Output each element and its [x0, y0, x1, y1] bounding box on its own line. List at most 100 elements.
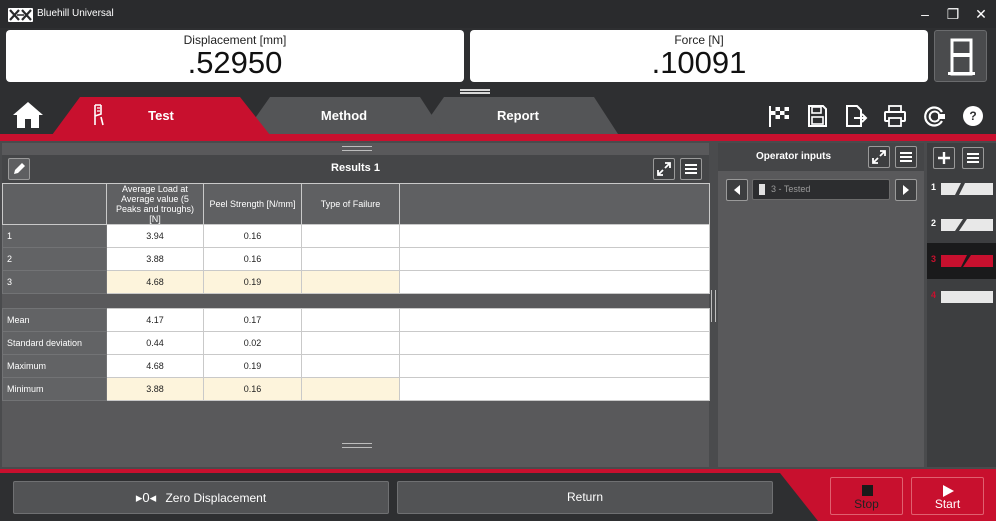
table-row[interactable]: 2 3.88 0.16 [2, 247, 710, 271]
readout-value: .10091 [651, 45, 747, 80]
table-cell: 3.88 [106, 377, 204, 401]
specimen-item-current[interactable]: 3 [927, 243, 996, 279]
table-cell[interactable]: 3.94 [106, 224, 204, 248]
return-button[interactable]: Return [397, 481, 773, 514]
start-label: Start [934, 497, 961, 511]
specimen-selector[interactable]: 3 - Tested [752, 179, 890, 200]
table-cell[interactable]: 0.19 [203, 270, 302, 294]
menu-icon [967, 153, 979, 163]
stats-row[interactable]: Minimum 3.88 0.16 [2, 377, 710, 401]
stats-row[interactable]: Mean 4.17 0.17 [2, 308, 710, 332]
table-cell: 0.19 [203, 354, 302, 378]
row-label: Standard deviation [2, 331, 107, 355]
finish-flag-icon[interactable] [766, 104, 792, 128]
specimen-item[interactable]: 2 [927, 207, 996, 243]
column-header[interactable]: Type of Failure [301, 183, 400, 225]
panel-resize-handle[interactable] [460, 89, 490, 94]
minimize-button[interactable]: – [914, 4, 936, 24]
expand-button[interactable] [868, 146, 890, 168]
table-cell[interactable] [301, 224, 400, 248]
vertical-splitter[interactable] [711, 290, 716, 322]
table-row[interactable]: 3 4.68 0.19 [2, 270, 710, 294]
frame-control-button[interactable] [934, 30, 987, 82]
force-readout[interactable]: Force [N] .10091 [470, 30, 928, 82]
zero-displacement-label: Zero Displacement [165, 491, 267, 505]
table-cell[interactable] [301, 270, 400, 294]
table-cell [301, 331, 400, 355]
return-label: Return [566, 490, 604, 504]
print-icon[interactable] [882, 104, 908, 128]
stop-button[interactable]: Stop [830, 477, 903, 515]
table-cell [399, 377, 710, 401]
maximize-button[interactable]: ❐ [942, 4, 964, 24]
table-cell[interactable] [301, 247, 400, 271]
tab-method[interactable]: Method [244, 97, 444, 135]
row-label: 2 [2, 247, 107, 271]
next-specimen-button[interactable] [895, 179, 917, 201]
operator-menu-button[interactable] [895, 146, 917, 168]
load-frame-icon [948, 38, 975, 76]
specimen-item[interactable]: 1 [927, 171, 996, 207]
table-cell [399, 308, 710, 332]
menu-icon [685, 164, 697, 174]
stop-label: Stop [854, 497, 879, 511]
broken-specimen-icon [941, 183, 993, 195]
expand-icon [872, 150, 886, 164]
zero-icon: ▸0◂ [135, 490, 157, 505]
specimen-item[interactable]: 4 [927, 279, 996, 315]
table-cell [399, 224, 710, 248]
panel-resize-handle[interactable] [342, 443, 372, 448]
tab-label: Test [148, 108, 174, 123]
menu-icon [900, 152, 912, 162]
start-button[interactable]: Start [911, 477, 984, 515]
row-label: Maximum [2, 354, 107, 378]
table-cell[interactable]: 3.88 [106, 247, 204, 271]
table-cell [301, 308, 400, 332]
readout-value: .52950 [187, 45, 283, 80]
results-panel: Results 1 Average Load at Average value … [2, 143, 710, 467]
stats-row[interactable]: Maximum 4.68 0.19 [2, 354, 710, 378]
previous-specimen-button[interactable] [726, 179, 748, 201]
table-cell[interactable]: 0.16 [203, 247, 302, 271]
expand-button[interactable] [653, 158, 675, 180]
results-table: Average Load at Average value (5 Peaks a… [2, 183, 710, 294]
table-cell [399, 270, 710, 294]
displacement-readout[interactable]: Displacement [mm] .52950 [6, 30, 464, 82]
table-row[interactable]: 1 3.94 0.16 [2, 224, 710, 248]
column-header[interactable]: Peel Strength [N/mm] [203, 183, 302, 225]
table-cell[interactable]: 0.16 [203, 224, 302, 248]
table-cell: 0.16 [203, 377, 302, 401]
help-icon[interactable]: ? [960, 104, 986, 128]
specimen-number: 1 [931, 182, 937, 192]
column-header [2, 183, 107, 225]
table-cell [301, 377, 400, 401]
chevron-right-icon [903, 185, 909, 195]
home-icon[interactable] [10, 100, 46, 130]
load-frame-icon[interactable] [920, 104, 946, 128]
stats-row[interactable]: Standard deviation 0.44 0.02 [2, 331, 710, 355]
help-label: ? [969, 109, 977, 123]
column-header[interactable]: Average Load at Average value (5 Peaks a… [106, 183, 204, 225]
operator-inputs-title: Operator inputs [756, 151, 832, 162]
table-cell [399, 247, 710, 271]
add-specimen-button[interactable] [933, 147, 955, 169]
specimen-menu-button[interactable] [962, 147, 984, 169]
close-button[interactable]: ✕ [970, 4, 992, 24]
export-icon[interactable] [843, 104, 869, 128]
table-cell[interactable]: 4.68 [106, 270, 204, 294]
tab-report[interactable]: Report [418, 97, 618, 135]
zero-displacement-button[interactable]: ▸0◂ Zero Displacement [13, 481, 389, 514]
specimen-number: 3 [931, 254, 937, 264]
test-specimen-icon [92, 104, 106, 126]
panel-resize-handle[interactable] [342, 146, 372, 151]
title-bar: Bluehill Universal – ❐ ✕ [0, 0, 996, 28]
results-menu-button[interactable] [680, 158, 702, 180]
results-header: Results 1 [2, 155, 709, 183]
plus-icon [938, 152, 950, 164]
save-icon[interactable] [804, 104, 830, 128]
expand-icon [657, 162, 671, 176]
operator-inputs-panel: Operator inputs 3 - Tested [718, 143, 924, 467]
tab-test[interactable]: Test [52, 97, 270, 135]
instron-logo-icon [8, 8, 33, 22]
table-cell: 0.17 [203, 308, 302, 332]
